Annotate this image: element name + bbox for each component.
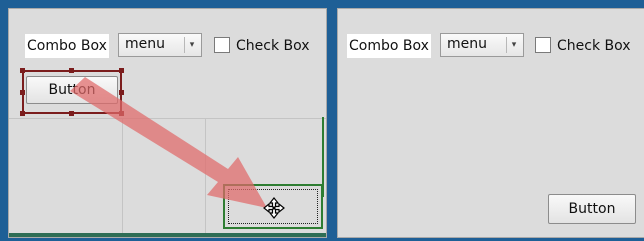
check-box[interactable]	[535, 37, 551, 53]
right-form-panel: Combo Box menu ▾ Check Box Button	[337, 8, 644, 238]
check-box-label: Check Box	[557, 38, 631, 54]
move-cursor-icon	[263, 197, 285, 219]
right-preview-frame: Combo Box menu ▾ Check Box Button	[333, 0, 644, 241]
left-designer-frame: Combo Box menu ▾ Check Box Button	[0, 0, 333, 241]
combo-box-label: Combo Box	[347, 34, 431, 58]
chevron-down-icon[interactable]: ▾	[506, 37, 521, 53]
combo-box-value: menu	[447, 36, 487, 52]
panel-bottom-edge	[9, 233, 326, 237]
left-form-panel: Combo Box menu ▾ Check Box Button	[8, 8, 327, 238]
combo-box[interactable]: menu ▾	[440, 33, 524, 57]
button[interactable]: Button	[548, 194, 636, 224]
